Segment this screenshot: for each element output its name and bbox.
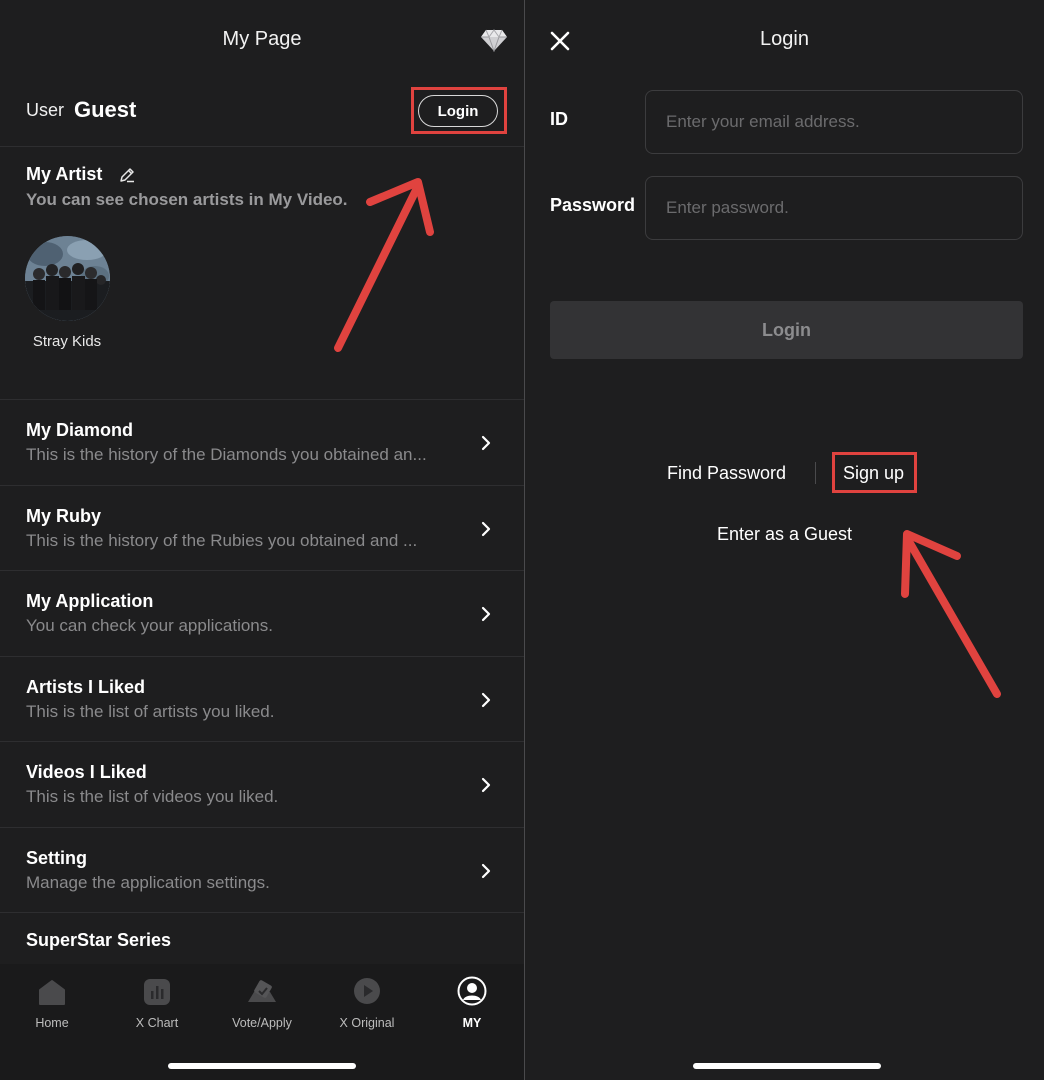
- play-icon: [354, 978, 380, 1004]
- tab-label: MY: [462, 1016, 482, 1030]
- home-indicator: [168, 1063, 356, 1069]
- chevron-right-icon: [481, 521, 491, 536]
- tab-label: Home: [35, 1016, 69, 1030]
- menu-item-title: Setting: [26, 847, 87, 868]
- chart-icon: [144, 979, 170, 1005]
- profile-icon: [457, 976, 487, 1006]
- menu-item-description: This is the history of the Diamonds you …: [26, 445, 427, 464]
- menu-item-title: Videos I Liked: [26, 762, 147, 782]
- menu-item-description: This is the history of the Rubies you ob…: [26, 530, 418, 550]
- menu-item-description: This is the list of videos you liked.: [26, 787, 279, 806]
- tab-label: X Original: [339, 1016, 395, 1030]
- menu-item-artists-liked[interactable]: Artists I Liked This is the list of arti…: [0, 655, 524, 742]
- tab-vote-apply[interactable]: Vote/Apply: [210, 964, 314, 1030]
- menu-item-my-ruby[interactable]: My Ruby This is the history of the Rubie…: [0, 484, 524, 571]
- menu-item-title: Artists I Liked: [26, 676, 146, 697]
- menu-list: My Diamond This is the history of the Di…: [0, 399, 524, 972]
- menu-item-videos-liked[interactable]: Videos I Liked This is the list of video…: [0, 741, 524, 827]
- menu-item-my-diamond[interactable]: My Diamond This is the history of the Di…: [0, 399, 524, 485]
- chevron-right-icon: [481, 777, 491, 793]
- tab-label: X Chart: [135, 1016, 179, 1030]
- annotation-arrow: [901, 530, 1001, 698]
- vote-icon: [248, 980, 276, 1002]
- tab-my[interactable]: MY: [420, 964, 524, 1030]
- menu-item-title: My Ruby: [26, 505, 102, 526]
- chevron-right-icon: [481, 863, 491, 878]
- menu-item-setting[interactable]: Setting Manage the application settings.: [0, 826, 524, 913]
- chevron-right-icon: [481, 606, 491, 622]
- tab-x-original[interactable]: X Original: [315, 964, 419, 1030]
- menu-item-title: My Diamond: [26, 420, 134, 440]
- chevron-right-icon: [481, 435, 491, 451]
- menu-item-my-application[interactable]: My Application You can check your applic…: [0, 570, 524, 656]
- home-indicator: [693, 1063, 881, 1069]
- menu-item-description: This is the list of artists you liked.: [26, 701, 275, 721]
- tab-x-chart[interactable]: X Chart: [105, 964, 209, 1030]
- home-icon: [39, 980, 65, 1005]
- my-page-screen: My Page User Guest Login My Artist You c…: [0, 0, 524, 1080]
- menu-item-title: My Application: [26, 591, 154, 611]
- menu-item-description: You can check your applications.: [26, 616, 273, 635]
- annotation-arrow: [334, 178, 434, 352]
- menu-item-description: Manage the application settings.: [26, 872, 270, 892]
- tab-label: Vote/Apply: [232, 1016, 292, 1030]
- login-screen: Login ID Password Login Find Password Si…: [525, 0, 1044, 1080]
- superstar-series-title: SuperStar Series: [26, 930, 172, 950]
- tab-home[interactable]: Home: [0, 964, 104, 1030]
- chevron-right-icon: [481, 692, 491, 707]
